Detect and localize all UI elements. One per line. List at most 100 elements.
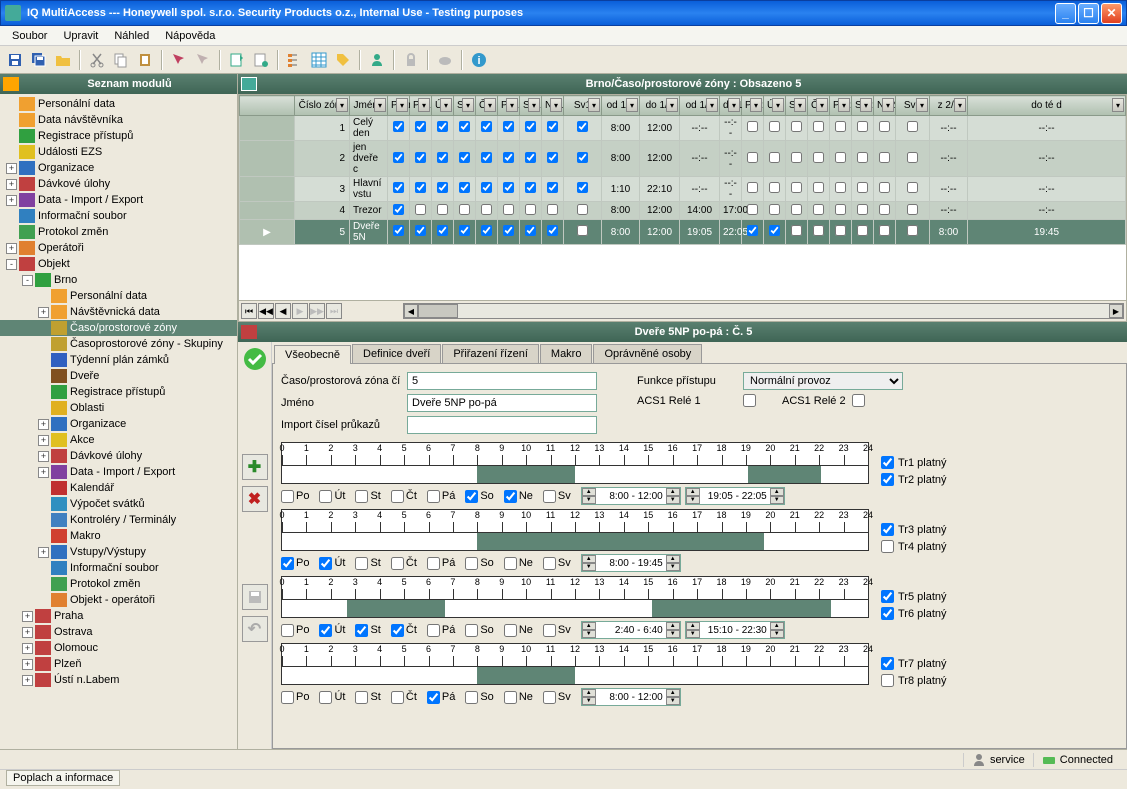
- tree-toggle[interactable]: +: [22, 675, 33, 686]
- day-checkbox[interactable]: [543, 490, 556, 503]
- grid-header-cell[interactable]: do té d▾: [968, 96, 1126, 116]
- tree-item[interactable]: Výpočet svátků: [0, 496, 237, 512]
- table-row[interactable]: ▶5Dveře 5N8:0012:0019:0522:058:0019:45: [240, 220, 1126, 245]
- tree-item[interactable]: Personální data: [0, 96, 237, 112]
- func-select[interactable]: Normální provoz: [743, 372, 903, 390]
- grid-header-cell[interactable]: Pá1▾: [498, 96, 520, 116]
- day-checkbox[interactable]: [319, 624, 332, 637]
- zone-grid[interactable]: Číslo zóny▾Jméno▾Platný▾Po1▾Út1▾St1▾Čt1▾…: [239, 95, 1126, 245]
- day-checkbox[interactable]: [465, 557, 478, 570]
- add-button[interactable]: ✚: [242, 454, 268, 480]
- tree-toggle[interactable]: +: [38, 307, 49, 318]
- day-checkbox[interactable]: [543, 624, 556, 637]
- column-filter-icon[interactable]: ▾: [772, 98, 784, 112]
- user-icon[interactable]: [366, 49, 388, 71]
- tree-item[interactable]: Registrace přístupů: [0, 384, 237, 400]
- column-filter-icon[interactable]: ▾: [462, 98, 474, 112]
- spin-up-icon[interactable]: ▲: [582, 488, 596, 496]
- tree-toggle[interactable]: -: [6, 259, 17, 270]
- day-checkbox[interactable]: [319, 691, 332, 704]
- time-range-spinner[interactable]: ▲▼▲▼: [581, 554, 681, 572]
- tree-item[interactable]: +Ostrava: [0, 624, 237, 640]
- delete-button[interactable]: ✖: [242, 486, 268, 512]
- export-icon[interactable]: [250, 49, 272, 71]
- column-filter-icon[interactable]: ▾: [528, 98, 540, 112]
- tree-item[interactable]: +Návštěvnická data: [0, 304, 237, 320]
- module-tree[interactable]: Personální dataData návštěvníka Registrac…: [0, 94, 237, 749]
- time-range-spinner[interactable]: ▲▼▲▼: [685, 621, 785, 639]
- day-checkbox[interactable]: [543, 691, 556, 704]
- time-bar[interactable]: [281, 533, 869, 551]
- spin-down-icon[interactable]: ▼: [582, 630, 596, 638]
- grid-header-cell[interactable]: St1▾: [454, 96, 476, 116]
- spin-up-icon[interactable]: ▲: [686, 622, 700, 630]
- tree-item[interactable]: +Akce: [0, 432, 237, 448]
- day-checkbox[interactable]: [391, 490, 404, 503]
- day-checkbox[interactable]: [281, 624, 294, 637]
- tree-toggle[interactable]: +: [22, 627, 33, 638]
- cloud-icon[interactable]: [434, 49, 456, 71]
- day-checkbox[interactable]: [427, 490, 440, 503]
- grid-header-cell[interactable]: z 2/1▾: [930, 96, 968, 116]
- time-bar[interactable]: [281, 600, 869, 618]
- tr-checkbox[interactable]: [881, 674, 894, 687]
- tree-item[interactable]: +Organizace: [0, 160, 237, 176]
- tab-vseobecne[interactable]: Všeobecně: [274, 345, 351, 364]
- grid-header-cell[interactable]: Číslo zóny▾: [295, 96, 350, 116]
- column-filter-icon[interactable]: ▾: [374, 98, 386, 112]
- maximize-button[interactable]: ☐: [1078, 3, 1099, 24]
- grid-header-cell[interactable]: Sv2▾: [896, 96, 930, 116]
- undo-button[interactable]: ↶: [242, 616, 268, 642]
- day-checkbox[interactable]: [504, 490, 517, 503]
- grid-header-cell[interactable]: Čt1▾: [476, 96, 498, 116]
- day-checkbox[interactable]: [281, 490, 294, 503]
- grid-header-cell[interactable]: Ne1▾: [542, 96, 564, 116]
- day-checkbox[interactable]: [465, 624, 478, 637]
- tree-item[interactable]: Data návštěvníka: [0, 112, 237, 128]
- column-filter-icon[interactable]: ▾: [706, 98, 718, 112]
- column-filter-icon[interactable]: ▾: [506, 98, 518, 112]
- tree-toggle[interactable]: +: [6, 195, 17, 206]
- tree-toggle[interactable]: +: [38, 467, 49, 478]
- ok-icon[interactable]: [242, 346, 268, 372]
- tree-item[interactable]: +Data - Import / Export: [0, 192, 237, 208]
- find-next-icon[interactable]: [192, 49, 214, 71]
- column-filter-icon[interactable]: ▾: [750, 98, 762, 112]
- menu-upravit[interactable]: Upravit: [55, 28, 106, 44]
- tree-item[interactable]: Kontroléry / Terminály: [0, 512, 237, 528]
- spin-up-icon[interactable]: ▲: [666, 488, 680, 496]
- tree-toggle[interactable]: +: [38, 451, 49, 462]
- grid-header-cell[interactable]: Ne2▾: [874, 96, 896, 116]
- tr-checkbox[interactable]: [881, 607, 894, 620]
- day-checkbox[interactable]: [427, 557, 440, 570]
- day-checkbox[interactable]: [504, 691, 517, 704]
- spin-up-icon[interactable]: ▲: [582, 622, 596, 630]
- spin-up-icon[interactable]: ▲: [582, 555, 596, 563]
- time-bar[interactable]: [281, 466, 869, 484]
- day-checkbox[interactable]: [355, 624, 368, 637]
- day-checkbox[interactable]: [319, 557, 332, 570]
- zone-number-input[interactable]: [407, 372, 597, 390]
- tree-item[interactable]: -Brno: [0, 272, 237, 288]
- paste-icon[interactable]: [134, 49, 156, 71]
- day-checkbox[interactable]: [355, 490, 368, 503]
- day-checkbox[interactable]: [391, 691, 404, 704]
- refresh-icon[interactable]: [226, 49, 248, 71]
- grid-header-cell[interactable]: Jméno▾: [350, 96, 388, 116]
- spin-down-icon[interactable]: ▼: [770, 496, 784, 504]
- table-row[interactable]: 4Trezor8:0012:0014:0017:00--:----:--: [240, 202, 1126, 220]
- save-detail-button[interactable]: [242, 584, 268, 610]
- spin-down-icon[interactable]: ▼: [686, 496, 700, 504]
- tab-osoby[interactable]: Oprávněné osoby: [593, 344, 702, 363]
- column-filter-icon[interactable]: ▾: [954, 98, 966, 112]
- day-checkbox[interactable]: [391, 557, 404, 570]
- spin-up-icon[interactable]: ▲: [666, 689, 680, 697]
- time-range-spinner[interactable]: ▲▼▲▼: [581, 688, 681, 706]
- spin-down-icon[interactable]: ▼: [666, 563, 680, 571]
- tab-makro[interactable]: Makro: [540, 344, 593, 363]
- tree-item[interactable]: Protokol změn: [0, 224, 237, 240]
- find-icon[interactable]: [168, 49, 190, 71]
- copy-icon[interactable]: [110, 49, 132, 71]
- tree-toggle[interactable]: +: [22, 611, 33, 622]
- tree-item[interactable]: -Objekt: [0, 256, 237, 272]
